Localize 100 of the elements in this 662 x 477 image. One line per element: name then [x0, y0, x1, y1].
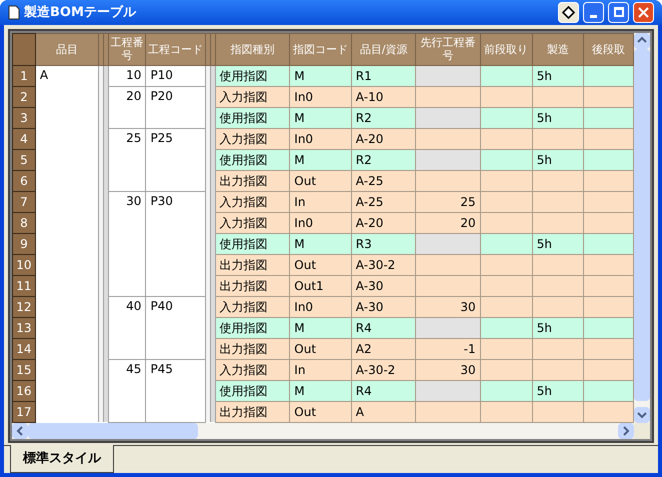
table-cell: R2 — [351, 149, 416, 170]
table-cell — [416, 317, 480, 338]
row-number[interactable]: 10 — [12, 254, 36, 275]
table-cell: Out — [290, 401, 352, 422]
column-header[interactable]: 指図種別 — [215, 33, 290, 65]
row-number[interactable]: 2 — [12, 86, 36, 107]
table-cell — [584, 65, 634, 86]
column-header[interactable]: 品目/資源 — [351, 33, 416, 65]
column-header[interactable]: 後段取 — [584, 33, 634, 65]
row-number[interactable]: 4 — [12, 128, 36, 149]
table-cell — [480, 317, 532, 338]
table-cell — [532, 401, 584, 422]
table-cell: 出力指図 — [215, 170, 290, 191]
table-cell — [480, 380, 532, 401]
close-button[interactable] — [633, 2, 654, 23]
maximize-button[interactable] — [608, 2, 629, 23]
table-cell — [480, 170, 532, 191]
row-number[interactable]: 5 — [12, 149, 36, 170]
table-cell: -1 — [416, 338, 480, 359]
table-cell — [532, 86, 584, 107]
table-cell — [584, 380, 634, 401]
table-cell — [584, 149, 634, 170]
row-number[interactable]: 8 — [12, 212, 36, 233]
minimize-button[interactable] — [583, 2, 604, 23]
table-cell: 出力指図 — [215, 338, 290, 359]
table-cell: A — [35, 65, 98, 422]
table-cell — [416, 380, 480, 401]
table-cell: In — [290, 359, 352, 380]
table-cell: In0 — [290, 296, 352, 317]
table-cell: A — [351, 401, 416, 422]
table-cell: P10 — [146, 65, 206, 86]
table-cell: A-30 — [351, 296, 416, 317]
column-header[interactable]: 工程コード — [146, 33, 206, 65]
row-number[interactable]: 7 — [12, 191, 36, 212]
row-number[interactable]: 13 — [12, 317, 36, 338]
table-cell — [416, 275, 480, 296]
table-cell — [416, 65, 480, 86]
table-cell: 使用指図 — [215, 233, 290, 254]
table-cell: 使用指図 — [215, 107, 290, 128]
row-number[interactable]: 12 — [12, 296, 36, 317]
scroll-down-button[interactable] — [634, 406, 650, 422]
table-cell: M — [290, 65, 352, 86]
table-cell — [584, 107, 634, 128]
table-cell: A-25 — [351, 170, 416, 191]
document-icon — [8, 4, 20, 20]
table-cell — [416, 401, 480, 422]
table-cell — [532, 254, 584, 275]
table-cell — [480, 212, 532, 233]
table-cell: 10 — [108, 65, 146, 86]
column-header[interactable]: 前段取り — [480, 33, 532, 65]
table-cell: 5h — [532, 149, 584, 170]
table-cell: 入力指図 — [215, 359, 290, 380]
column-header[interactable]: 品目 — [35, 33, 98, 65]
row-number[interactable]: 11 — [12, 275, 36, 296]
column-header[interactable]: 先行工程番号 — [416, 33, 480, 65]
table-cell: A-20 — [351, 128, 416, 149]
table-cell: 5h — [532, 107, 584, 128]
sheet-tab[interactable]: 標準スタイル — [10, 444, 114, 473]
table-cell — [584, 338, 634, 359]
scroll-left-button[interactable] — [12, 422, 28, 438]
table-cell — [480, 338, 532, 359]
row-number[interactable]: 16 — [12, 380, 36, 401]
row-number[interactable]: 17 — [12, 401, 36, 422]
table-cell — [532, 359, 584, 380]
column-header[interactable]: 製造 — [532, 33, 584, 65]
scroll-up-button[interactable] — [634, 32, 650, 48]
table-cell: 使用指図 — [215, 317, 290, 338]
table-cell — [532, 296, 584, 317]
diamond-icon — [562, 6, 575, 19]
row-number[interactable]: 14 — [12, 338, 36, 359]
table-cell: M — [290, 233, 352, 254]
horizontal-scrollbar[interactable] — [12, 422, 634, 438]
row-number[interactable]: 3 — [12, 107, 36, 128]
table-cell — [532, 338, 584, 359]
row-number[interactable]: 9 — [12, 233, 36, 254]
table-cell: Out — [290, 338, 352, 359]
table-cell: 5h — [532, 380, 584, 401]
table-cell: In — [290, 191, 352, 212]
table-cell — [532, 170, 584, 191]
column-header[interactable]: 工程番号 — [108, 33, 146, 65]
table-cell — [584, 86, 634, 107]
table-cell: 使用指図 — [215, 65, 290, 86]
row-number[interactable]: 6 — [12, 170, 36, 191]
table-cell: 5h — [532, 317, 584, 338]
table-cell: A-10 — [351, 86, 416, 107]
row-number[interactable]: 1 — [12, 65, 36, 86]
table-cell: P25 — [146, 128, 206, 191]
pin-button[interactable] — [558, 2, 579, 23]
column-header[interactable]: 指図コード — [290, 33, 352, 65]
scrollbar-corner — [634, 422, 650, 438]
table-cell — [480, 233, 532, 254]
scroll-thumb[interactable] — [28, 422, 198, 438]
table-cell: P40 — [146, 296, 206, 359]
table-cell — [416, 149, 480, 170]
table-cell: 30 — [416, 296, 480, 317]
table-cell: Out — [290, 170, 352, 191]
table-cell: A-25 — [351, 191, 416, 212]
row-number[interactable]: 15 — [12, 359, 36, 380]
table-cell: M — [290, 107, 352, 128]
scroll-right-button[interactable] — [618, 422, 634, 438]
